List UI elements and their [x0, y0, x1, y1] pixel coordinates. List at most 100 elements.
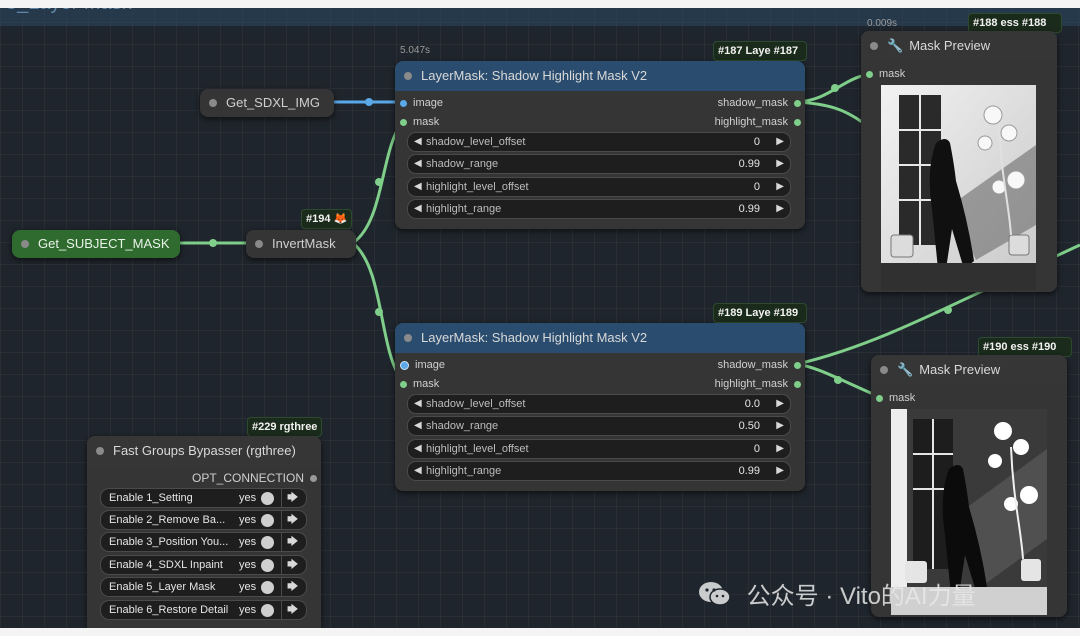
collapse-dot[interactable] [404, 334, 412, 342]
wire-187-offscreen [796, 100, 863, 124]
highlight-level-offset-widget[interactable]: ◀ highlight_level_offset 0 ▶ [407, 439, 791, 459]
input-mask-slot[interactable]: mask [400, 116, 439, 128]
output-highlight-mask-slot[interactable]: highlight_mask [715, 378, 801, 390]
fast-groups-bypasser-node[interactable]: Fast Groups Bypasser (rgthree) OPT_CONNE… [87, 436, 321, 628]
node-title: InvertMask [272, 236, 336, 251]
input-image-slot[interactable]: image [400, 97, 443, 109]
increment-arrow[interactable]: ▶ [776, 155, 784, 173]
toggle-enable-remove-background[interactable]: Enable 2_Remove Ba... yes 🡆 [100, 510, 307, 530]
input-mask-slot[interactable]: mask [876, 392, 915, 404]
increment-arrow[interactable]: ▶ [776, 178, 784, 196]
watermark-text: 公众号 · Vito的AI力量 [746, 583, 976, 610]
toggle-enable-restore-detail[interactable]: Enable 6_Restore Detail yes 🡆 [100, 600, 307, 620]
increment-arrow[interactable]: ▶ [776, 133, 784, 151]
shadow-range-widget[interactable]: ◀ shadow_range 0.99 ▶ [407, 154, 791, 174]
invert-mask-node[interactable]: InvertMask [246, 230, 356, 258]
node-title: Get_SUBJECT_MASK [38, 236, 170, 251]
collapse-dot[interactable] [21, 240, 29, 248]
mask-preview-node-188[interactable]: 🔧 Mask Preview mask [861, 31, 1057, 292]
shadow-highlight-mask-node-189[interactable]: LayerMask: Shadow Highlight Mask V2 imag… [395, 323, 805, 491]
node-id-badge: #189 Laye #189 [713, 303, 807, 323]
node-header[interactable]: LayerMask: Shadow Highlight Mask V2 [395, 61, 805, 91]
input-image-slot[interactable]: image [400, 359, 445, 371]
collapse-dot[interactable] [255, 240, 263, 248]
toggle-knob[interactable] [261, 581, 274, 594]
navigate-arrow-icon[interactable]: 🡆 [287, 578, 298, 596]
toggle-enable-layer-mask[interactable]: Enable 5_Layer Mask yes 🡆 [100, 577, 307, 597]
toggle-enable-sdxl-inpaint[interactable]: Enable 4_SDXL Inpaint yes 🡆 [100, 555, 307, 575]
collapse-dot[interactable] [880, 366, 888, 374]
decrement-arrow[interactable]: ◀ [414, 395, 422, 413]
node-title: Fast Groups Bypasser (rgthree) [113, 443, 296, 458]
toggle-enable-position[interactable]: Enable 3_Position You... yes 🡆 [100, 532, 307, 552]
output-shadow-mask-slot[interactable]: shadow_mask [718, 97, 801, 109]
wire-reroute-dot [834, 376, 842, 384]
shadow-highlight-mask-node-187[interactable]: LayerMask: Shadow Highlight Mask V2 imag… [395, 61, 805, 229]
navigate-arrow-icon[interactable]: 🡆 [287, 489, 298, 507]
node-title: LayerMask: Shadow Highlight Mask V2 [421, 330, 648, 345]
increment-arrow[interactable]: ▶ [776, 200, 784, 218]
node-header[interactable]: LayerMask: Shadow Highlight Mask V2 [395, 323, 805, 353]
toggle-enable-setting[interactable]: Enable 1_Setting yes 🡆 [100, 488, 307, 508]
collapse-dot[interactable] [96, 447, 104, 455]
toggle-knob[interactable] [261, 536, 274, 549]
decrement-arrow[interactable]: ◀ [414, 417, 422, 435]
increment-arrow[interactable]: ▶ [776, 417, 784, 435]
decrement-arrow[interactable]: ◀ [414, 155, 422, 173]
execution-time: 0.009s [867, 18, 898, 29]
node-header[interactable]: 🔧 Mask Preview [871, 355, 1067, 385]
image-frame-top [0, 0, 1080, 8]
node-graph-canvas[interactable]: 5_Layer Mask Get_SDXL_IMG Get_SUBJECT_MA… [0, 0, 1080, 636]
shadow-level-offset-widget[interactable]: ◀ shadow_level_offset 0.0 ▶ [407, 394, 791, 414]
wire-reroute-dot [365, 98, 373, 106]
wechat-icon [698, 580, 732, 615]
increment-arrow[interactable]: ▶ [776, 395, 784, 413]
get-sdxl-img-node[interactable]: Get_SDXL_IMG [200, 89, 334, 117]
node-header[interactable]: 🔧 Mask Preview [861, 31, 1057, 61]
navigate-arrow-icon[interactable]: 🡆 [287, 556, 298, 574]
input-mask-slot[interactable]: mask [866, 68, 905, 80]
navigate-arrow-icon[interactable]: 🡆 [287, 601, 298, 619]
decrement-arrow[interactable]: ◀ [414, 440, 422, 458]
get-subject-mask-node[interactable]: Get_SUBJECT_MASK [12, 230, 180, 258]
input-mask-slot[interactable]: mask [400, 378, 439, 390]
wire-reroute-dot [375, 178, 383, 186]
decrement-arrow[interactable]: ◀ [414, 462, 422, 480]
wire-reroute-dot [944, 306, 952, 314]
output-shadow-mask-slot[interactable]: shadow_mask [718, 359, 801, 371]
mask-preview-image [881, 85, 1036, 290]
decrement-arrow[interactable]: ◀ [414, 133, 422, 151]
node-title: Get_SDXL_IMG [226, 95, 320, 110]
node-title: Mask Preview [919, 362, 1001, 377]
wrench-icon: 🔧 [897, 362, 914, 377]
highlight-range-widget[interactable]: ◀ highlight_range 0.99 ▶ [407, 461, 791, 481]
image-frame-bottom [0, 628, 1080, 636]
node-title: Mask Preview [909, 38, 991, 53]
decrement-arrow[interactable]: ◀ [414, 200, 422, 218]
toggle-knob[interactable] [261, 514, 274, 527]
increment-arrow[interactable]: ▶ [776, 440, 784, 458]
node-header[interactable]: Fast Groups Bypasser (rgthree) [87, 436, 321, 466]
node-id-badge: #194 🦊 [301, 209, 353, 229]
highlight-level-offset-widget[interactable]: ◀ highlight_level_offset 0 ▶ [407, 177, 791, 197]
shadow-range-widget[interactable]: ◀ shadow_range 0.50 ▶ [407, 416, 791, 436]
collapse-dot[interactable] [404, 72, 412, 80]
watermark: 公众号 · Vito的AI力量 [698, 576, 976, 615]
toggle-knob[interactable] [261, 492, 274, 505]
shadow-level-offset-widget[interactable]: ◀ shadow_level_offset 0 ▶ [407, 132, 791, 152]
output-highlight-mask-slot[interactable]: highlight_mask [715, 116, 801, 128]
toggle-knob[interactable] [261, 604, 274, 617]
navigate-arrow-icon[interactable]: 🡆 [287, 511, 298, 529]
navigate-arrow-icon[interactable]: 🡆 [287, 533, 298, 551]
collapse-dot[interactable] [870, 42, 878, 50]
collapse-dot[interactable] [209, 99, 217, 107]
node-title: LayerMask: Shadow Highlight Mask V2 [421, 68, 648, 83]
highlight-range-widget[interactable]: ◀ highlight_range 0.99 ▶ [407, 199, 791, 219]
decrement-arrow[interactable]: ◀ [414, 178, 422, 196]
increment-arrow[interactable]: ▶ [776, 462, 784, 480]
wire-reroute-dot [375, 308, 383, 316]
node-id-badge: #187 Laye #187 [713, 41, 807, 61]
toggle-knob[interactable] [261, 559, 274, 572]
output-opt-connection-slot[interactable]: OPT_CONNECTION [192, 471, 317, 485]
execution-time: 5.047s [400, 45, 431, 56]
